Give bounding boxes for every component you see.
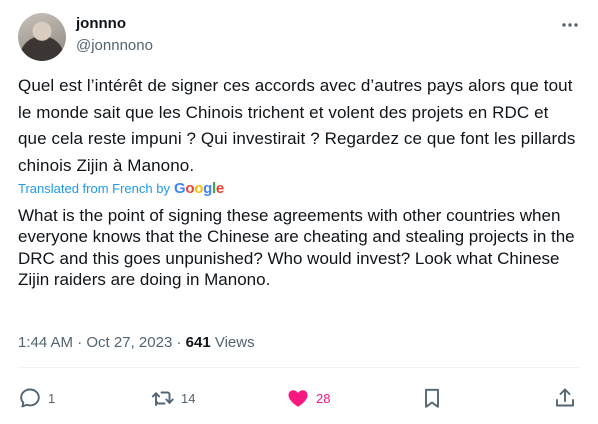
tweet-original-text: Quel est l’intérêt de signer ces accords…: [18, 76, 576, 175]
translation-attribution[interactable]: Translated from French by Google: [18, 180, 224, 198]
tweet-date[interactable]: Oct 27, 2023: [86, 334, 172, 351]
user-handle[interactable]: @jonnnono: [76, 37, 153, 55]
avatar[interactable]: [18, 13, 66, 61]
like-button[interactable]: 28: [286, 383, 330, 413]
tweet-meta: 1:44 AM · Oct 27, 2023 · 641 Views: [18, 333, 255, 353]
views-label: Views: [214, 334, 255, 351]
share-button[interactable]: [553, 383, 577, 413]
views-count: 641: [185, 334, 211, 351]
more-button[interactable]: [560, 15, 580, 35]
display-name[interactable]: jonnno: [76, 15, 126, 33]
reply-count: 1: [48, 390, 56, 406]
translated-label: Translated from French by: [18, 181, 170, 196]
meta-separator: ·: [176, 334, 182, 351]
tweet-time[interactable]: 1:44 AM: [18, 334, 73, 351]
action-bar: 1 14 28: [18, 383, 580, 413]
tweet: jonnno @jonnnono Quel est l’intérêt de s…: [0, 0, 598, 424]
repost-icon: [151, 391, 174, 406]
heart-filled-icon: [288, 390, 308, 407]
repost-count: 14: [181, 390, 196, 406]
more-dots-icon: [562, 23, 578, 27]
bookmark-button[interactable]: [420, 383, 444, 413]
meta-separator: ·: [77, 334, 83, 351]
google-logo: Google: [173, 180, 224, 197]
share-icon: [556, 388, 574, 407]
repost-button[interactable]: 14: [151, 383, 195, 413]
reply-button[interactable]: 1: [18, 383, 55, 413]
like-count: 28: [316, 390, 331, 406]
reply-icon: [20, 388, 40, 408]
divider: [18, 367, 580, 368]
bookmark-icon: [425, 388, 439, 408]
tweet-translated-text: What is the point of signing these agree…: [18, 206, 575, 290]
